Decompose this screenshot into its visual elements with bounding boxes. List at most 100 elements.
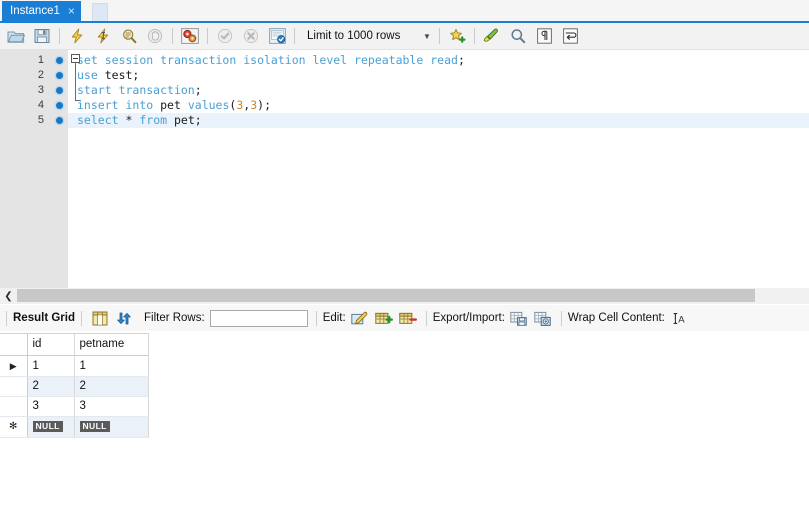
- bookmark-dot-icon[interactable]: [56, 57, 63, 64]
- save-script-icon[interactable]: [30, 25, 54, 48]
- chevron-down-icon[interactable]: ▼: [419, 32, 435, 41]
- edit-cell-button[interactable]: [350, 308, 370, 328]
- table-row[interactable]: ✻ NULL NULL: [0, 416, 149, 438]
- table-cell[interactable]: 3: [74, 396, 149, 417]
- table-row[interactable]: 22: [0, 376, 149, 397]
- beautify-query-icon[interactable]: [480, 25, 504, 48]
- export-import-label: Export/Import:: [432, 312, 505, 324]
- explain-statement-icon[interactable]: [117, 25, 141, 48]
- toggle-word-wrap-icon[interactable]: [558, 25, 582, 48]
- scrollbar-thumb[interactable]: [17, 289, 755, 302]
- tab-bar: Instance1 ×: [0, 0, 809, 23]
- stop-execution-icon[interactable]: [143, 25, 167, 48]
- autocommit-toggle-icon[interactable]: [265, 25, 289, 48]
- table-cell[interactable]: NULL: [27, 416, 75, 438]
- table-cell[interactable]: 3: [27, 396, 75, 417]
- sql-editor[interactable]: 1 2 3 4 5 set session transaction isolation …: [0, 50, 809, 288]
- snippets-icon[interactable]: [445, 25, 469, 48]
- table-cell[interactable]: 1: [74, 355, 149, 377]
- table-cell[interactable]: NULL: [74, 416, 149, 438]
- code-token: ;: [457, 53, 465, 67]
- code-line[interactable]: use test;: [68, 68, 809, 83]
- execute-statement-icon[interactable]: [65, 25, 89, 48]
- column-header-petname[interactable]: petname: [74, 334, 149, 356]
- toggle-invisible-chars-icon[interactable]: [532, 25, 556, 48]
- code-token: ;: [132, 68, 140, 82]
- grid-view-icon[interactable]: [90, 308, 110, 328]
- code-token: pet: [160, 98, 181, 112]
- code-line[interactable]: start transaction;: [68, 83, 809, 98]
- row-marker-cell[interactable]: [0, 396, 28, 417]
- code-fold-toggle[interactable]: [71, 54, 80, 63]
- line-number: 5: [37, 114, 44, 126]
- line-number: 4: [37, 99, 44, 111]
- delete-row-button[interactable]: [398, 308, 418, 328]
- gutter-row[interactable]: 1: [0, 53, 68, 68]
- code-line[interactable]: insert into pet values(3,3);: [68, 98, 809, 113]
- code-fold-end: [75, 100, 80, 101]
- gutter-row[interactable]: 4: [0, 98, 68, 113]
- wrap-cell-content-label: Wrap Cell Content:: [567, 312, 665, 324]
- refresh-icon[interactable]: [114, 308, 134, 328]
- row-marker-cell[interactable]: [0, 376, 28, 397]
- gutter-row[interactable]: 5: [0, 113, 68, 128]
- code-token: insert: [77, 98, 119, 112]
- commit-transaction-icon[interactable]: [213, 25, 237, 48]
- tab-strip-background: [0, 0, 809, 21]
- code-token: level: [312, 53, 348, 67]
- code-token: transaction: [118, 83, 195, 97]
- editor-gutter[interactable]: 1 2 3 4 5: [0, 50, 69, 288]
- tab-instance1[interactable]: Instance1 ×: [2, 1, 81, 21]
- bookmark-dot-icon[interactable]: [56, 72, 63, 79]
- wrap-cell-content-button[interactable]: A: [669, 308, 689, 328]
- sql-editor-toolbar: Limit to 1000 rows ▼: [0, 23, 809, 50]
- insert-row-button[interactable]: [374, 308, 394, 328]
- row-marker-cell[interactable]: ✻: [0, 416, 28, 438]
- toolbar-separator-1: [59, 28, 60, 44]
- code-token: from: [139, 113, 168, 127]
- bookmark-dot-icon[interactable]: [56, 102, 63, 109]
- gutter-row[interactable]: 2: [0, 68, 68, 83]
- gutter-row[interactable]: 3: [0, 83, 68, 98]
- table-body: ▶ 1 1 2 2 3 3 ✻ NULL NULL: [0, 355, 149, 438]
- row-marker-cell[interactable]: ▶: [0, 355, 28, 377]
- bookmark-dot-icon[interactable]: [56, 117, 63, 124]
- column-header-id[interactable]: id: [27, 334, 75, 356]
- execute-current-statement-icon[interactable]: [91, 25, 115, 48]
- table-cell[interactable]: 2: [74, 376, 149, 397]
- line-number: 2: [37, 69, 44, 81]
- scroll-left-icon[interactable]: ❮: [0, 288, 17, 304]
- table-header-row: id petname: [0, 334, 149, 356]
- editor-horizontal-scrollbar[interactable]: ❮: [0, 288, 809, 304]
- bookmark-dot-icon[interactable]: [56, 87, 63, 94]
- rollback-transaction-icon[interactable]: [239, 25, 263, 48]
- result-separator-2: [315, 310, 317, 326]
- toolbar-separator-6: [474, 28, 475, 44]
- code-token: repeatable: [354, 53, 424, 67]
- result-separator-3: [425, 310, 427, 326]
- table-cell[interactable]: 1: [27, 355, 75, 377]
- table-row[interactable]: 33: [0, 396, 149, 417]
- filter-rows-input[interactable]: [209, 309, 308, 327]
- close-icon[interactable]: ×: [68, 1, 75, 21]
- table-row[interactable]: ▶ 1 1: [0, 355, 149, 377]
- edit-label: Edit:: [322, 312, 346, 324]
- tab-instance1-label: Instance1: [10, 5, 60, 17]
- result-grid[interactable]: id petname ▶ 1 1 2 2 3 3 ✻ NULL NULL: [0, 333, 149, 438]
- code-line[interactable]: select * from pet;: [68, 113, 809, 128]
- export-recordset-button[interactable]: [509, 308, 529, 328]
- import-recordset-button[interactable]: [533, 308, 553, 328]
- code-line[interactable]: set session transaction isolation level …: [68, 53, 809, 68]
- result-separator-0: [6, 310, 7, 326]
- row-limit-dropdown[interactable]: Limit to 1000 rows ▼: [305, 26, 435, 46]
- find-icon[interactable]: [506, 25, 530, 48]
- row-limit-value: Limit to 1000 rows: [307, 30, 401, 42]
- code-text-area[interactable]: set session transaction isolation level …: [68, 50, 809, 288]
- table-cell[interactable]: 2: [27, 376, 75, 397]
- toggle-transaction-icon[interactable]: [178, 25, 202, 48]
- open-sql-script-icon[interactable]: [4, 25, 28, 48]
- code-token: transaction: [160, 53, 237, 67]
- code-token: isolation: [243, 53, 306, 67]
- code-fold-line: [75, 63, 76, 101]
